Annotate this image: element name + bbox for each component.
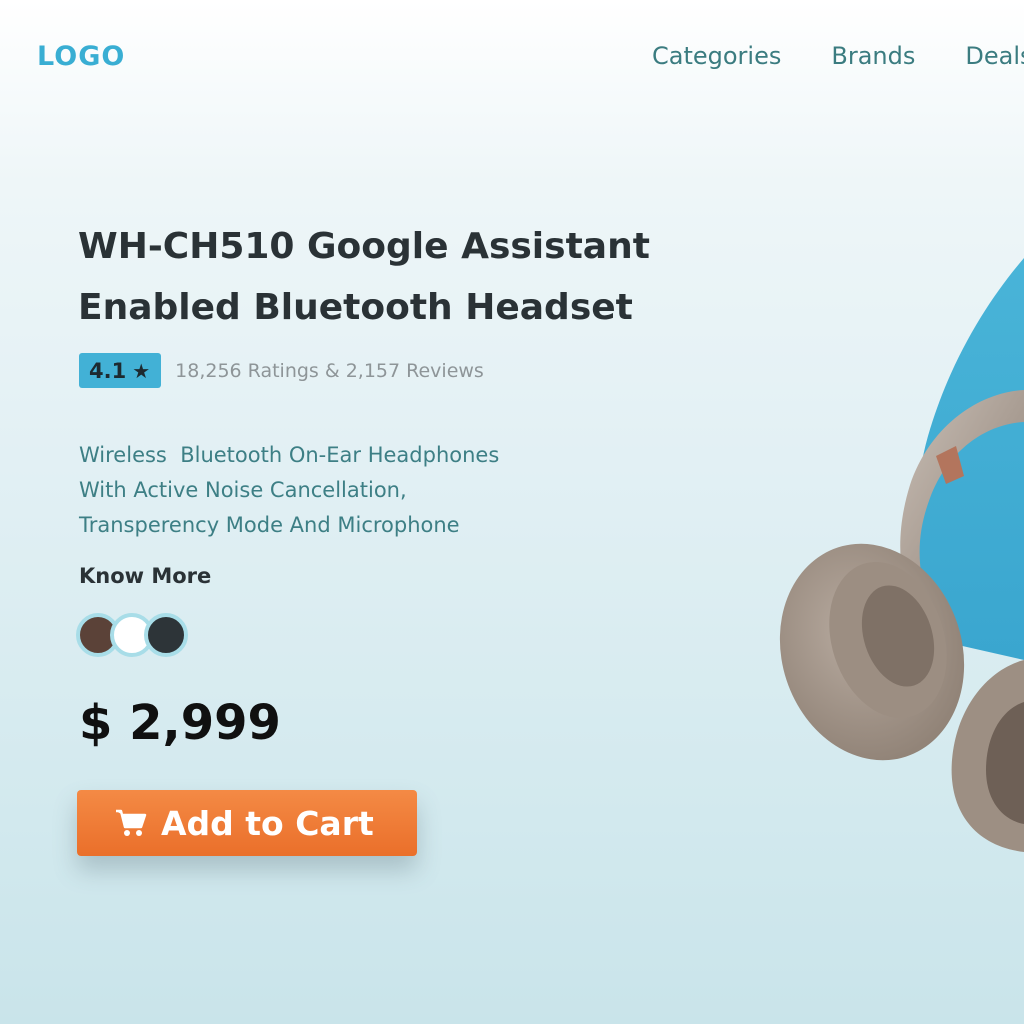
description-line: Transperency Mode And Microphone xyxy=(79,513,460,537)
description-line: Wireless Bluetooth On-Ear Headphones xyxy=(79,443,500,467)
logo[interactable]: LOGO xyxy=(37,41,125,72)
nav-deals[interactable]: Deals xyxy=(965,42,1024,70)
headphones-product-image xyxy=(779,258,1024,852)
product-price: $ 2,999 xyxy=(79,695,281,751)
nav-brands[interactable]: Brands xyxy=(831,42,915,70)
product-description: Wireless Bluetooth On-Ear Headphones Wit… xyxy=(79,438,599,543)
color-swatches xyxy=(76,613,196,657)
ratings-reviews-count: 18,256 Ratings & 2,157 Reviews xyxy=(175,359,484,382)
rating-value: 4.1 xyxy=(89,358,127,383)
add-to-cart-button[interactable]: Add to Cart xyxy=(77,790,417,856)
shopping-cart-icon xyxy=(116,809,147,836)
top-nav: Categories Brands Deals xyxy=(652,42,1024,70)
add-to-cart-label: Add to Cart xyxy=(161,803,374,843)
know-more-link[interactable]: Know More xyxy=(79,564,211,588)
nav-categories[interactable]: Categories xyxy=(652,42,781,70)
rating-badge: 4.1 ★ xyxy=(79,353,162,388)
product-title: WH-CH510 Google Assistant Enabled Blueto… xyxy=(78,226,650,328)
rating-row: 4.1 ★ 18,256 Ratings & 2,157 Reviews xyxy=(79,353,484,388)
description-line: With Active Noise Cancellation, xyxy=(79,478,407,502)
star-icon: ★ xyxy=(132,358,151,383)
color-swatch-black[interactable] xyxy=(144,613,188,657)
